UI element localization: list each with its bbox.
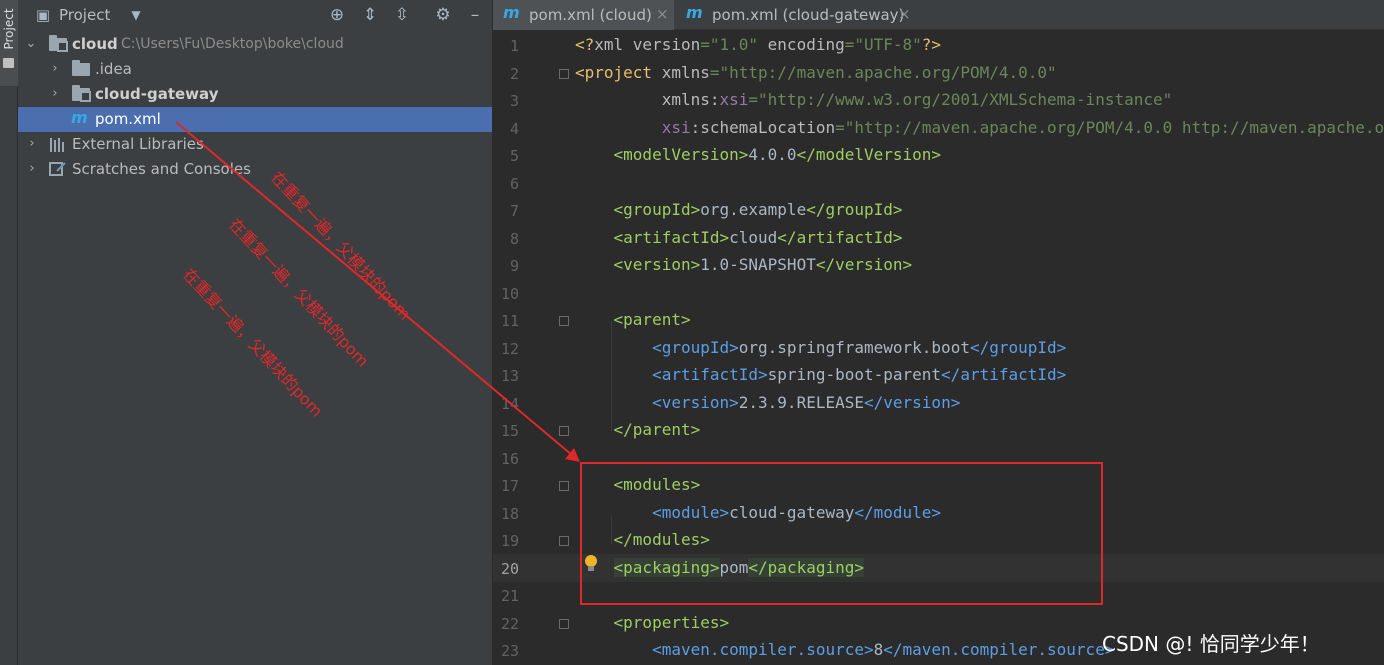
line-number: 4 xyxy=(509,120,519,138)
module-folder-icon xyxy=(49,35,68,52)
project-view-icon: ▣ xyxy=(35,6,51,24)
tree-item-path: C:\Users\Fu\Desktop\boke\cloud xyxy=(121,36,344,52)
code-line-4: xsi:schemaLocation="http://maven.apache.… xyxy=(661,118,1384,137)
line-number: 21 xyxy=(500,587,519,605)
line-number: 18 xyxy=(500,505,519,523)
close-icon[interactable]: × xyxy=(898,5,911,23)
minimize-icon[interactable]: – xyxy=(464,4,486,26)
code-line-11: <parent> xyxy=(613,310,691,329)
fold-marker-icon[interactable] xyxy=(559,536,569,546)
tree-item-cloud[interactable]: ⌄ cloud C:\Users\Fu\Desktop\boke\cloud xyxy=(18,32,492,57)
watermark: CSDN @! 恰同学少年！ xyxy=(1102,632,1320,656)
maven-icon: m xyxy=(503,3,520,22)
maven-icon: m xyxy=(71,108,88,127)
tree-item-label: cloud xyxy=(72,35,118,53)
fold-marker-icon[interactable] xyxy=(559,426,569,436)
code-line-23: <maven.compiler.source>8</maven.compiler… xyxy=(652,640,1115,659)
editor-tab-bar: m pom.xml (cloud) × m pom.xml (cloud-gat… xyxy=(493,0,1384,30)
tab-pom-cloud-gateway[interactable]: m pom.xml (cloud-gateway) × xyxy=(676,0,916,30)
line-number: 5 xyxy=(509,147,519,165)
line-number: 12 xyxy=(500,340,519,358)
tree-item-scratches[interactable]: › Scratches and Consoles xyxy=(18,157,492,182)
code-line-9: <version>1.0-SNAPSHOT</version> xyxy=(613,255,913,274)
code-line-3: xmlns:xsi="http://www.w3.org/2001/XMLSch… xyxy=(661,90,1173,109)
chevron-down-icon[interactable]: ⌄ xyxy=(24,34,38,54)
chevron-right-icon[interactable]: › xyxy=(48,59,62,79)
module-folder-icon xyxy=(72,85,91,102)
line-number: 23 xyxy=(500,642,519,660)
tree-item-external-libraries[interactable]: › External Libraries xyxy=(18,132,492,157)
code-line-5: <modelVersion>4.0.0</modelVersion> xyxy=(613,145,942,164)
line-number: 13 xyxy=(500,367,519,385)
folder-icon xyxy=(72,60,90,76)
collapse-all-icon[interactable]: ⇳ xyxy=(391,4,413,26)
line-number: 14 xyxy=(500,395,519,413)
close-icon[interactable]: × xyxy=(656,5,669,23)
line-number: 19 xyxy=(500,532,519,550)
tool-window-strip: Project xyxy=(0,0,18,665)
chevron-down-icon[interactable]: ▼ xyxy=(125,4,147,26)
tab-label: pom.xml (cloud-gateway) xyxy=(712,6,905,24)
line-number: 11 xyxy=(500,312,519,330)
line-number: 3 xyxy=(509,92,519,110)
chevron-right-icon[interactable]: › xyxy=(25,134,39,154)
line-number: 22 xyxy=(500,615,519,633)
line-number: 2 xyxy=(509,65,519,83)
chevron-right-icon[interactable]: › xyxy=(48,84,62,104)
project-tool-tab[interactable]: Project xyxy=(0,0,18,86)
tree-item-cloud-gateway[interactable]: › cloud-gateway xyxy=(18,82,492,107)
line-number: 15 xyxy=(500,422,519,440)
library-icon xyxy=(49,137,67,152)
editor-gutter: 1 2 3 4 5 6 7 8 9 10 11 12 13 14 15 16 1… xyxy=(493,31,575,665)
fold-marker-icon[interactable] xyxy=(559,481,569,491)
tree-item-label: cloud-gateway xyxy=(95,85,219,103)
chevron-right-icon[interactable]: › xyxy=(25,159,39,179)
tree-item-label: .idea xyxy=(95,60,132,78)
annotation-text: 在重复一遍，父模块的pom xyxy=(267,167,415,324)
line-number-current: 20 xyxy=(500,560,519,578)
project-panel-title[interactable]: Project xyxy=(59,6,110,24)
tab-label: pom.xml (cloud) xyxy=(529,6,652,24)
line-number: 6 xyxy=(509,175,519,193)
line-number: 9 xyxy=(509,257,519,275)
fold-marker-icon[interactable] xyxy=(559,69,569,79)
line-number: 10 xyxy=(500,285,519,303)
fold-marker-icon[interactable] xyxy=(559,619,569,629)
code-line-14: <version>2.3.9.RELEASE</version> xyxy=(652,393,961,412)
line-number: 16 xyxy=(500,450,519,468)
line-number: 17 xyxy=(500,477,519,495)
target-icon[interactable]: ⊕ xyxy=(326,4,348,26)
code-line-13: <artifactId>spring-boot-parent</artifact… xyxy=(652,365,1067,384)
project-panel-header: ▣ Project ▼ ⊕ ⇕ ⇳ ⚙ – xyxy=(18,0,492,30)
gear-icon[interactable]: ⚙ xyxy=(432,4,454,26)
code-line-1: <?xml version="1.0" encoding="UTF-8"?> xyxy=(575,35,942,54)
tree-item-idea[interactable]: › .idea xyxy=(18,57,492,82)
code-line-8: <artifactId>cloud</artifactId> xyxy=(613,228,903,247)
tree-item-label: pom.xml xyxy=(95,110,161,128)
code-line-15: </parent> xyxy=(613,420,701,439)
line-number: 7 xyxy=(509,202,519,220)
line-number: 1 xyxy=(509,37,519,55)
tree-item-label: External Libraries xyxy=(72,135,204,153)
project-panel: ▣ Project ▼ ⊕ ⇕ ⇳ ⚙ – ⌄ cloud C:\Users\F… xyxy=(18,0,492,665)
tab-pom-cloud[interactable]: m pom.xml (cloud) × xyxy=(493,0,674,30)
scratches-icon xyxy=(49,162,66,176)
tree-item-pom-xml[interactable]: m pom.xml xyxy=(18,107,492,132)
tree-item-label: Scratches and Consoles xyxy=(72,160,251,178)
code-line-22: <properties> xyxy=(613,613,730,632)
project-tool-label: Project xyxy=(2,8,16,50)
fold-marker-icon[interactable] xyxy=(559,316,569,326)
code-line-7: <groupId>org.example</groupId> xyxy=(613,200,903,219)
code-line-12: <groupId>org.springframework.boot</group… xyxy=(652,338,1067,357)
expand-all-icon[interactable]: ⇕ xyxy=(359,4,381,26)
folder-icon xyxy=(3,58,14,68)
maven-icon: m xyxy=(686,3,703,22)
code-line-2: <project xmlns="http://maven.apache.org/… xyxy=(575,63,1057,82)
highlight-box xyxy=(580,462,1103,605)
line-number: 8 xyxy=(509,230,519,248)
